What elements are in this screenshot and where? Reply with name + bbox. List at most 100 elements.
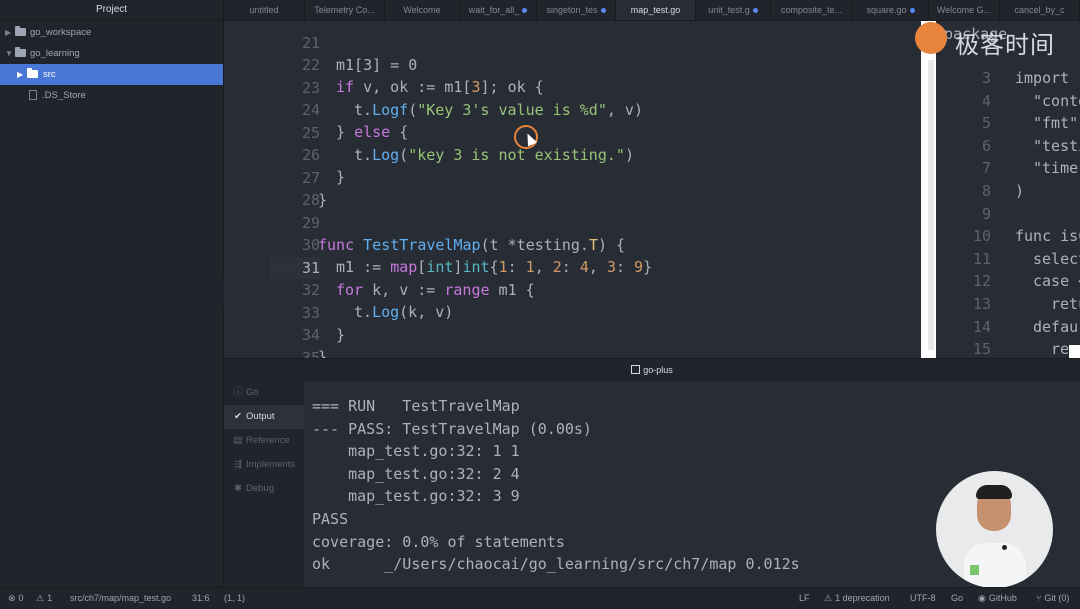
tab-square[interactable]: square.go — [853, 0, 929, 20]
code-line: 28 — [224, 167, 926, 209]
nav-output[interactable]: ✔ Output — [224, 405, 304, 429]
tab-welcome-guide[interactable]: Welcome G... — [929, 0, 1000, 20]
tree-item-label: src — [43, 69, 56, 80]
code-line: 34 } — [224, 302, 926, 358]
code-text: "conte — [1033, 91, 1080, 110]
tab-label: Welcome — [403, 5, 441, 15]
code-line: 8) — [936, 180, 1080, 203]
tab-label: wait_for_all_ — [468, 5, 520, 15]
warning-icon: ⚠ — [824, 593, 833, 603]
code-text: "fmt" — [1033, 114, 1079, 133]
code-line-current: 31 for k, v := range m1 { — [224, 235, 926, 299]
chevron-right-icon[interactable]: ▶ — [5, 22, 11, 43]
modified-dot-icon — [600, 8, 606, 14]
tab-wait-for-all[interactable]: wait_for_all_ — [460, 0, 537, 20]
tab-telemetry[interactable]: Telemetry Co... — [305, 0, 385, 20]
tree-item-label: go_workspace — [30, 27, 92, 38]
microphone-icon — [1002, 545, 1007, 550]
git-status[interactable]: ⑂ Git (0) — [1036, 588, 1069, 609]
code-line: 9 — [936, 203, 1080, 226]
check-icon: ✔ — [234, 411, 242, 422]
tree-item-label: .DS_Store — [42, 90, 86, 101]
tab-label: map_test.go — [630, 5, 681, 15]
tree-item-go-workspace[interactable]: ▶ go_workspace — [0, 22, 223, 43]
nav-go[interactable]: ⓘ Go — [224, 381, 304, 405]
tab-cancel-by[interactable]: cancel_by_c — [1000, 0, 1080, 20]
nav-label: Implements — [246, 459, 296, 470]
line-number: 7 — [981, 159, 991, 178]
scroll-indicator — [1069, 345, 1080, 358]
file-path[interactable]: src/ch7/map/map_test.go — [70, 588, 171, 609]
code-line: 14 defau — [936, 316, 1080, 339]
line-number: 15 — [972, 340, 991, 358]
line-number: 35 — [301, 348, 320, 359]
tab-untitled[interactable]: untitled — [224, 0, 305, 20]
line-number: 11 — [972, 249, 991, 268]
git-text: Git (0) — [1044, 593, 1070, 603]
nav-label: Reference — [246, 435, 290, 446]
tab-label: Telemetry Co... — [314, 5, 375, 15]
tab-unit-test[interactable]: unit_test.g — [696, 0, 771, 20]
nav-implements[interactable]: ⇶ Implements — [224, 453, 304, 477]
tree-item-src[interactable]: ▶ src — [0, 64, 223, 85]
line-ending[interactable]: LF — [799, 588, 810, 609]
line-number: 13 — [972, 295, 991, 313]
code-line: 12 case < — [936, 270, 1080, 293]
encoding[interactable]: UTF-8 — [910, 588, 936, 609]
modified-dot-icon — [909, 8, 915, 14]
code-line: 25 t.Log("key 3 is not existing.") — [224, 100, 926, 164]
tab-label: unit_test.g — [708, 5, 750, 15]
tree-item-go-learning[interactable]: ▼ go_learning — [0, 43, 223, 64]
nav-debug[interactable]: ✱ Debug — [224, 477, 304, 501]
code-line: 11 select — [936, 248, 1080, 271]
code-line: 27 } — [224, 145, 926, 209]
code-text: "testi — [1033, 136, 1080, 155]
code-line: 33 } — [224, 280, 926, 344]
line-number: 8 — [981, 182, 991, 200]
file-icon — [29, 90, 37, 100]
tab-label: singeton_tes — [546, 5, 598, 15]
cursor-position[interactable]: 31:6 — [192, 588, 210, 609]
selection-count[interactable]: (1, 1) — [224, 588, 245, 609]
deprecation-status[interactable]: ⚠ 1 deprecation — [824, 588, 890, 609]
folder-icon — [15, 26, 26, 36]
error-icon: ⊗ — [8, 593, 16, 603]
output-line: map_test.go:32: 2 4 — [312, 464, 520, 483]
implements-icon: ⇶ — [234, 459, 242, 470]
grammar[interactable]: Go — [951, 588, 963, 609]
output-line: ok _/Users/chaocai/go_learning/src/ch7/m… — [312, 555, 800, 574]
tab-bar: untitled Telemetry Co... Welcome wait_fo… — [224, 0, 1080, 21]
chevron-right-icon[interactable]: ▶ — [17, 64, 23, 85]
code-line: 3 import — [936, 67, 1080, 90]
github-icon: ◉ — [978, 593, 986, 603]
github-status[interactable]: ◉ GitHub — [978, 588, 1017, 609]
nav-label: Debug — [246, 483, 274, 494]
code-line: 23 t.Logf("Key 3's value is %d", v) — [224, 55, 926, 119]
tab-label: cancel_by_c — [1014, 5, 1065, 15]
scrollbar[interactable] — [928, 60, 934, 350]
line-number: 12 — [972, 272, 991, 291]
error-count[interactable]: ⊗ 0 — [8, 588, 24, 609]
folder-icon — [15, 47, 26, 57]
line-number: 5 — [981, 114, 991, 133]
secondary-editor[interactable]: package 3import 4"conte 5"fmt" 6"testi 7… — [936, 21, 1080, 358]
chevron-down-icon[interactable]: ▼ — [5, 43, 13, 64]
tab-label: untitled — [249, 5, 279, 15]
tab-label: Welcome G... — [936, 5, 992, 15]
github-text: GitHub — [988, 593, 1017, 603]
warning-count[interactable]: ⚠ 1 — [36, 588, 52, 609]
logo-icon — [915, 22, 947, 54]
code-editor[interactable]: 21 m1[3] = 0 22 if v, ok := m1[3]; ok { … — [224, 21, 926, 358]
code-line: 30 m1 := map[int]int{1: 1, 2: 4, 3: 9} — [224, 212, 926, 276]
tree-item-ds-store[interactable]: .DS_Store — [0, 85, 223, 106]
code-line: 26 } — [224, 122, 926, 186]
folder-icon — [27, 68, 38, 78]
tab-map-test[interactable]: map_test.go — [616, 0, 696, 20]
code-line: 6 "testi — [936, 135, 1080, 158]
code-line: 21 m1[3] = 0 — [224, 21, 926, 74]
nav-reference[interactable]: ▤ Reference — [224, 429, 304, 453]
line-number: 10 — [972, 227, 991, 246]
tab-singeton[interactable]: singeton_tes — [537, 0, 616, 20]
tab-composite[interactable]: composite_te... — [771, 0, 853, 20]
tab-welcome[interactable]: Welcome — [385, 0, 460, 20]
